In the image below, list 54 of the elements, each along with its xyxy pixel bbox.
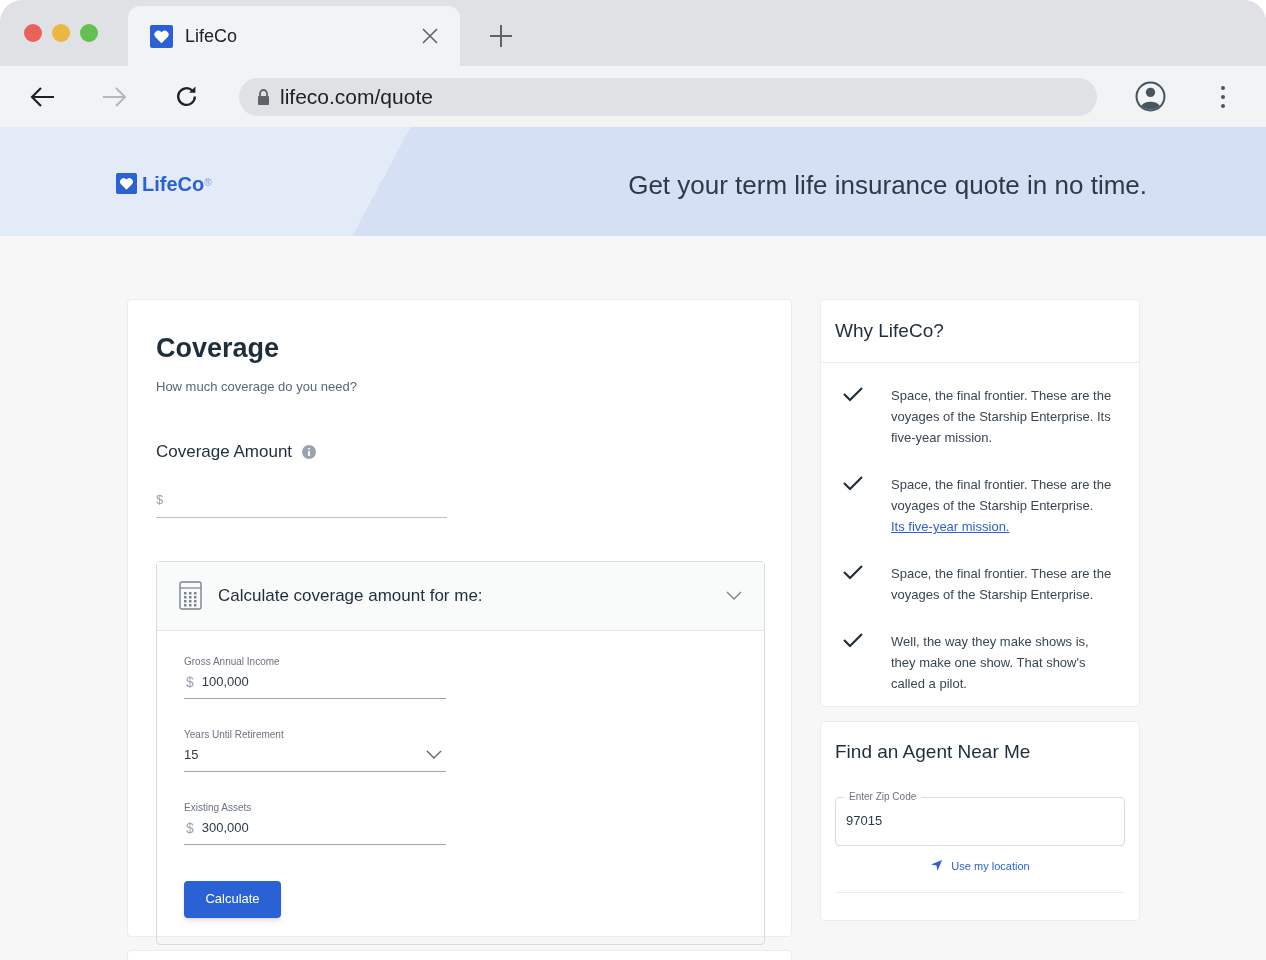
lock-icon <box>257 88 270 105</box>
field-value: 300,000 <box>201 819 250 838</box>
close-icon[interactable] <box>422 28 438 44</box>
benefit-text: Space, the final frontier. These are the voyages of the Starship Enterprise. <box>891 565 1113 604</box>
heart-logo-icon <box>150 24 173 48</box>
section-title: Coverage <box>156 332 281 365</box>
browser-tab[interactable]: LifeCo <box>128 6 460 66</box>
field-label: Gross Annual Income <box>184 654 281 669</box>
reload-icon[interactable] <box>174 84 199 109</box>
select-field[interactable]: 15 <box>184 745 446 772</box>
heart-logo-icon <box>116 173 137 194</box>
calculator-title: Calculate coverage amount for me: <box>218 584 484 607</box>
currency-prefix: $ <box>186 673 194 692</box>
benefit-text: Well, the way they make shows is, they make one show. That show's called a pilot. <box>891 633 1090 693</box>
mission-link[interactable]: Its five-year mission. <box>891 516 1115 537</box>
calculate-button[interactable]: Calculate <box>184 880 281 918</box>
check-icon <box>843 632 863 648</box>
location-arrow-icon <box>930 859 944 873</box>
profile-icon[interactable] <box>1135 81 1166 112</box>
chevron-down-icon <box>426 749 442 761</box>
address-bar[interactable]: lifeco.com/quote <box>239 77 1097 116</box>
brand-name[interactable]: LifeCo$^{®}$ <box>142 168 212 199</box>
section-subtitle: How much coverage do you need? <box>156 377 358 396</box>
field-value: 100,000 <box>201 673 250 692</box>
card-title: Why LifeCo? <box>821 300 1139 363</box>
field-label: Existing Assets <box>184 800 253 815</box>
url-text: lifeco.com/quote <box>280 83 433 110</box>
input-field[interactable]: $ 100,000 <box>184 672 446 699</box>
field-value: 97015 <box>846 812 883 831</box>
benefit-text: Space, the final frontier. These are the voyages of the Starship Enterprise. <box>891 476 1113 515</box>
tab-title: LifeCo <box>185 24 239 48</box>
calculator-icon <box>179 581 202 610</box>
input-field[interactable]: $ 300,000 <box>184 818 446 845</box>
check-icon <box>843 564 863 580</box>
check-icon <box>843 475 863 491</box>
field-label: Years Until Retirement <box>184 727 285 742</box>
currency-prefix: $ <box>186 819 194 838</box>
card-title: Find an Agent Near Me <box>835 740 1032 764</box>
tagline: Get your term life insurance quote in no time. <box>628 169 1147 202</box>
use-location-link[interactable]: Use my location <box>835 857 1125 874</box>
field-label: Enter Zip Code <box>844 790 922 803</box>
info-icon[interactable] <box>302 444 317 459</box>
benefit-text: Space, the final frontier. These are the voyages of the Starship Enterprise. Its five-year mission. <box>891 387 1113 447</box>
field-value: 15 <box>184 746 200 765</box>
new-tab-icon[interactable] <box>490 25 512 47</box>
more-menu-icon[interactable] <box>1220 84 1226 109</box>
check-icon <box>843 386 863 402</box>
currency-prefix: $ <box>156 491 164 507</box>
calculator-header[interactable]: Calculate coverage amount for me: <box>157 561 764 631</box>
registered-mark: ® <box>204 176 212 188</box>
link-text: Use my location <box>951 858 1030 874</box>
field-label: Coverage Amount <box>156 441 293 463</box>
back-icon[interactable] <box>30 85 55 108</box>
chevron-icon <box>726 590 742 601</box>
